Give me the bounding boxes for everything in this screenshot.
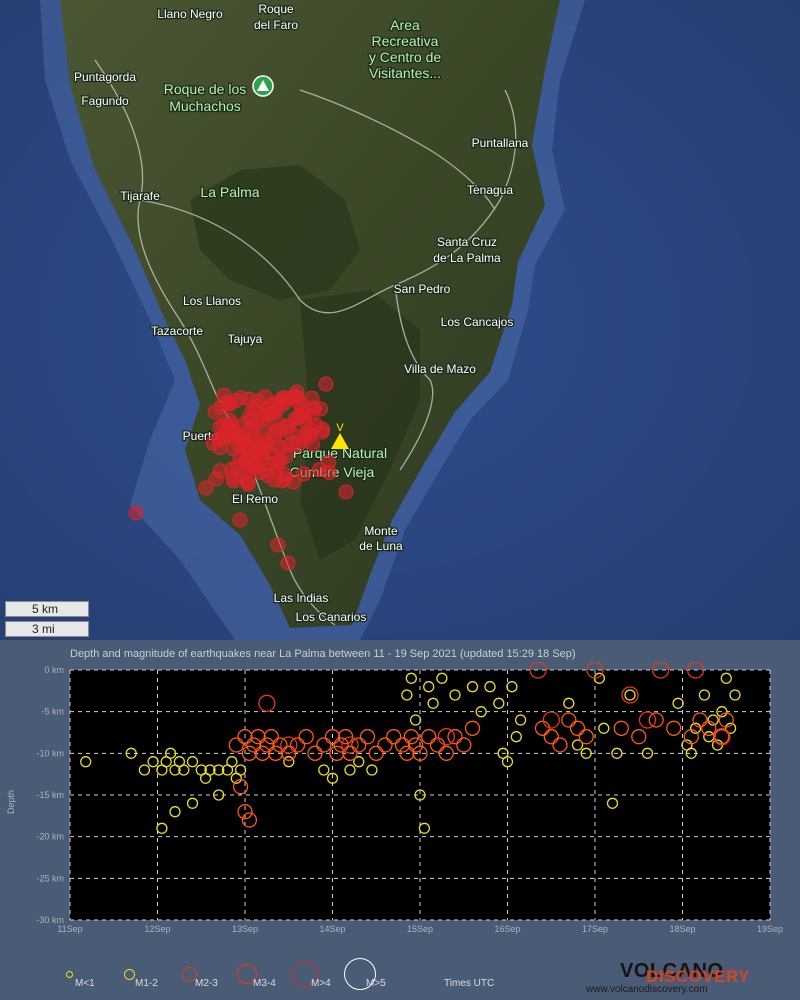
place-label: Santa Cruz <box>437 235 497 249</box>
times-utc-note: Times UTC <box>444 978 495 989</box>
y-tick-label: -25 km <box>36 873 64 883</box>
place-label: Fagundo <box>81 94 129 108</box>
brand-url[interactable]: www.volcanodiscovery.com <box>586 984 708 995</box>
quake-marker[interactable] <box>250 393 265 409</box>
x-tick-label: 17Sep <box>582 924 608 934</box>
quake-marker[interactable] <box>245 426 261 442</box>
legend-label: M2-3 <box>195 978 218 989</box>
quake-marker[interactable] <box>285 434 301 450</box>
place-label: de Luna <box>359 539 403 553</box>
x-tick-label: 15Sep <box>407 924 433 934</box>
x-tick-label: 19Sep <box>757 924 783 934</box>
legend-label: M>5 <box>366 978 386 989</box>
legend-label: M1-2 <box>135 978 158 989</box>
x-tick-label: 13Sep <box>232 924 258 934</box>
place-label: Puntagorda <box>74 70 136 84</box>
place-label: Los Llanos <box>183 294 241 308</box>
place-label: Monte <box>364 524 398 538</box>
place-label: Area <box>390 17 420 33</box>
y-axis-ticks: 0 km-5 km-10 km-15 km-20 km-25 km-30 km <box>36 665 64 925</box>
place-label: Tajuya <box>228 332 263 346</box>
x-tick-label: 18Sep <box>669 924 695 934</box>
y-tick-label: -5 km <box>42 707 65 717</box>
x-tick-label: 11Sep <box>57 924 82 934</box>
place-label: de La Palma <box>433 251 501 265</box>
quake-marker[interactable] <box>321 455 336 471</box>
legend-circle-icon <box>65 970 73 978</box>
place-label: Tijarafe <box>120 189 160 203</box>
place-label: Muchachos <box>169 98 241 114</box>
place-label: del Faro <box>254 18 298 32</box>
quake-marker[interactable] <box>302 428 318 443</box>
place-label: Las Indias <box>274 591 329 605</box>
quake-marker[interactable] <box>249 457 265 473</box>
volcano-icon-mark: V <box>336 422 344 434</box>
quake-marker[interactable] <box>289 384 305 400</box>
x-tick-label: 14Sep <box>319 924 345 934</box>
quake-marker[interactable] <box>280 555 296 571</box>
scale-bar-mi-label: 3 mi <box>32 622 55 636</box>
quake-marker[interactable] <box>260 437 275 452</box>
quake-marker[interactable] <box>270 537 286 553</box>
y-tick-label: -20 km <box>36 832 64 842</box>
place-label: Roque de los <box>164 81 247 97</box>
place-label: Visitantes... <box>369 65 441 81</box>
satellite-map[interactable]: Llano Negro Roque del Faro Area Recreativa y … <box>0 0 800 640</box>
place-label: Recreativa <box>372 33 439 49</box>
y-tick-label: 0 km <box>44 665 64 675</box>
place-label: Los Canarios <box>296 610 367 624</box>
quake-marker[interactable] <box>272 454 288 470</box>
mountain-peak-marker <box>252 75 274 97</box>
quake-marker[interactable] <box>232 512 248 528</box>
x-tick-label: 16Sep <box>494 924 520 934</box>
place-label: La Palma <box>200 184 259 200</box>
y-tick-label: -15 km <box>36 790 64 800</box>
y-axis-label: Depth <box>6 790 16 814</box>
scale-bar-mi: 3 mi <box>5 621 89 637</box>
legend-label: M3-4 <box>253 978 276 989</box>
place-label: Los Cancajos <box>441 315 514 329</box>
quake-marker[interactable] <box>296 466 312 482</box>
quake-marker[interactable] <box>275 390 291 406</box>
chart-title: Depth and magnitude of earthquakes near … <box>70 648 576 660</box>
place-label: Tazacorte <box>151 324 203 338</box>
place-label: Villa de Mazo <box>404 362 476 376</box>
quake-marker[interactable] <box>318 376 334 392</box>
x-tick-label: 12Sep <box>144 924 170 934</box>
place-label: Puntallana <box>472 136 529 150</box>
place-label: Llano Negro <box>157 7 223 21</box>
quake-marker[interactable] <box>259 407 274 423</box>
place-label: El Remo <box>232 492 278 506</box>
legend-label: M<1 <box>75 978 95 989</box>
quake-marker[interactable] <box>268 423 284 439</box>
quake-marker[interactable] <box>128 505 144 521</box>
quake-marker[interactable] <box>230 426 246 442</box>
scale-bar-km: 5 km <box>5 601 89 617</box>
legend-label: M>4 <box>311 978 331 989</box>
quake-marker[interactable] <box>225 470 241 486</box>
map-canvas: Llano Negro Roque del Faro AreaRecreativay … <box>0 0 800 640</box>
scale-bar-km-label: 5 km <box>32 602 59 616</box>
quake-marker[interactable] <box>338 484 354 500</box>
place-label: Roque <box>258 2 294 16</box>
x-axis-ticks: 11Sep 12Sep 13Sep 14Sep 15Sep 16Sep 17Sep 18Sep… <box>57 924 783 934</box>
place-label: Tenagua <box>467 183 513 197</box>
legend-circle-icon <box>123 968 135 980</box>
place-label: y Centro de <box>369 49 442 65</box>
volcano-discovery-logo[interactable]: VOLCANO DISCOVERY www.volcanodiscovery.c… <box>580 960 780 1000</box>
quake-marker[interactable] <box>208 471 224 487</box>
y-tick-label: -10 km <box>36 748 64 758</box>
quake-marker[interactable] <box>220 396 236 412</box>
place-label: San Pedro <box>394 282 451 296</box>
depth-chart: 0 km-5 km-10 km-15 km-20 km-25 km-30 km … <box>6 662 783 934</box>
